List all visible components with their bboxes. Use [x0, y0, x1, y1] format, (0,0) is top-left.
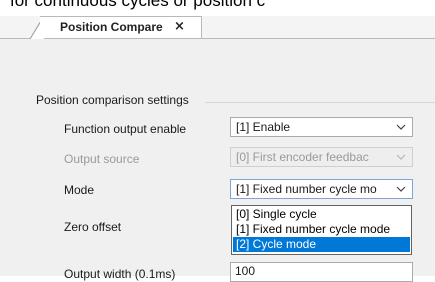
output-source-select: [0] First encoder feedbac — [230, 147, 413, 167]
zero-offset-label: Zero offset — [64, 220, 122, 234]
mode-dropdown-list: [0] Single cycle [1] Fixed number cycle … — [231, 205, 412, 255]
description-text-cut: for continuous cycles or position c — [10, 0, 266, 10]
dropdown-option-cycle-mode[interactable]: [2] Cycle mode — [233, 237, 410, 252]
mode-value: [1] Fixed number cycle mo — [236, 182, 377, 196]
dropdown-option-fixed-number-cycle[interactable]: [1] Fixed number cycle mode — [233, 222, 410, 237]
chevron-down-icon — [396, 154, 406, 160]
function-output-value: [1] Enable — [236, 120, 291, 134]
function-output-select[interactable]: [1] Enable — [230, 117, 413, 137]
output-source-label: Output source — [64, 152, 140, 166]
output-source-value: [0] First encoder feedbac — [236, 150, 369, 164]
mode-label: Mode — [64, 183, 95, 197]
chevron-down-icon — [396, 186, 406, 192]
mode-select[interactable]: [1] Fixed number cycle mo — [230, 179, 413, 199]
output-width-input[interactable]: 100 — [230, 262, 413, 282]
chevron-down-icon — [396, 124, 406, 130]
tab-label: Position Compare — [60, 20, 163, 34]
output-width-label: Output width (0.1ms) — [64, 267, 176, 281]
group-box-border — [205, 102, 435, 103]
dropdown-option-single-cycle[interactable]: [0] Single cycle — [233, 207, 410, 222]
close-icon[interactable]: × — [174, 19, 185, 34]
section-title: Position comparison settings — [36, 93, 189, 107]
function-output-label: Function output enable — [64, 122, 187, 136]
